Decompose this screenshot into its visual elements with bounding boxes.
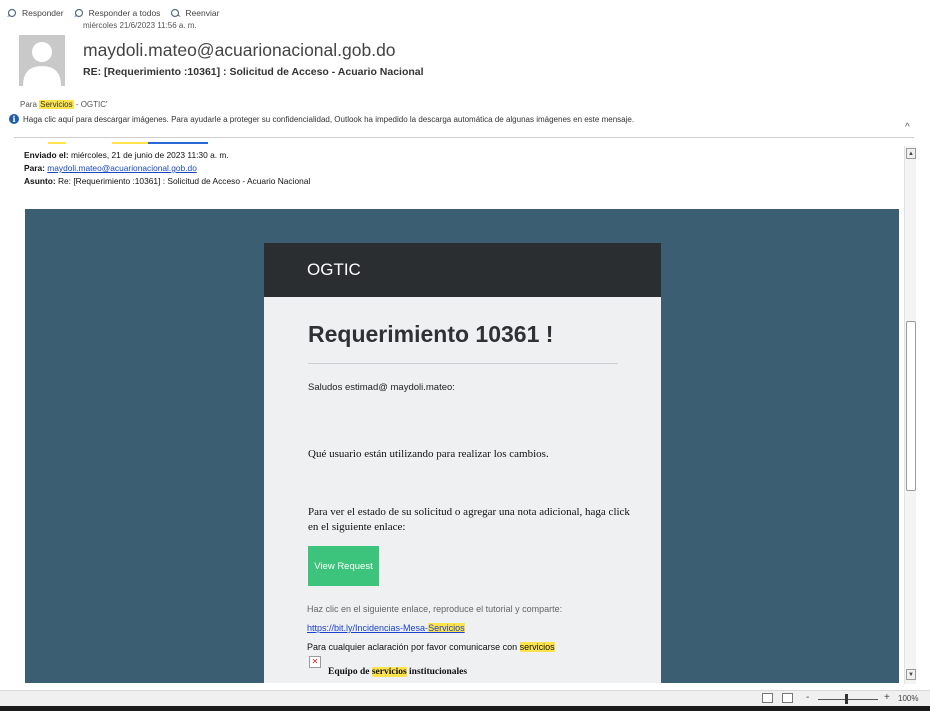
scroll-thumb[interactable] (906, 321, 916, 491)
tutorial-text: Haz clic en el siguiente enlace, reprodu… (307, 604, 563, 614)
collapse-header-icon[interactable]: ^ (905, 122, 910, 133)
reply-button[interactable]: Responder (6, 8, 64, 19)
zoom-out-button[interactable]: - (806, 692, 809, 703)
title-divider (308, 363, 618, 364)
zoom-slider-track[interactable] (818, 699, 878, 700)
ticket-card: Requerimiento 10361 ! Saludos estimad@ m… (264, 297, 661, 683)
original-sent-label: Enviado el: (24, 150, 69, 160)
reply-icon (7, 8, 17, 17)
taskbar-edge (0, 706, 930, 711)
original-to-link[interactable]: maydoli.mateo@acuarionacional.gob.do (47, 163, 197, 173)
tutorial-link-highlight: Servicios (428, 623, 465, 633)
original-sent-line: Enviado el: miércoles, 21 de junio de 20… (24, 149, 310, 162)
received-date: miércoles 21/6/2023 11:56 a. m. (83, 21, 197, 30)
team-prefix: Equipo de (328, 667, 372, 677)
recipients-line: Para Servicios - OGTIC' (20, 100, 108, 109)
zoom-in-button[interactable]: + (884, 692, 890, 703)
zoom-level: 100% (898, 694, 919, 703)
recipient-highlighted[interactable]: Servicios (39, 100, 74, 109)
reply-all-icon (73, 8, 83, 17)
team-signature: Equipo de servicios institucionales (328, 667, 467, 677)
info-icon: i (9, 114, 19, 124)
recipients-label: Para (20, 100, 37, 109)
original-to-line: Para: maydoli.mateo@acuarionacional.gob.… (24, 162, 310, 175)
question-text: Qué usuario están utilizando para realiz… (308, 448, 549, 460)
contact-text: Para cualquier aclaración por favor comu… (307, 642, 555, 652)
reading-view-icon[interactable] (782, 693, 793, 703)
tutorial-link-prefix: https://bit.ly/Incidencias-Mesa- (307, 623, 429, 633)
status-bar: - + 100% (0, 690, 930, 706)
original-to-label: Para: (24, 163, 45, 173)
reading-pane-actions: Responder Responder a todos Reenviar (6, 5, 219, 21)
sender-avatar (19, 35, 65, 86)
person-icon (23, 42, 61, 86)
contact-highlight: servicios (519, 642, 555, 652)
sender-address[interactable]: maydoli.mateo@acuarionacional.gob.do (83, 40, 396, 61)
instructions-text: Para ver el estado de su solicitud o agr… (308, 506, 630, 533)
zoom-slider-handle[interactable] (845, 694, 848, 704)
brand-name: OGTIC (307, 260, 361, 279)
forward-button[interactable]: Reenviar (169, 8, 219, 19)
header-divider (14, 137, 914, 138)
forward-icon (171, 8, 182, 17)
original-subject-line: Asunto: Re: [Requerimiento :10361] : Sol… (24, 175, 310, 188)
team-highlight: servicios (371, 667, 407, 677)
email-body-background: OGTIC Requerimiento 10361 ! Saludos esti… (25, 209, 899, 683)
reply-label: Responder (22, 8, 64, 18)
message-subject: RE: [Requerimiento :10361] : Solicitud d… (83, 66, 424, 78)
original-subject-value: Re: [Requerimiento :10361] : Solicitud d… (55, 176, 311, 186)
image-blocked-infobar[interactable]: i Haga clic aquí para descargar imágenes… (9, 114, 634, 124)
contact-prefix: Para cualquier aclaración por favor comu… (307, 642, 520, 652)
infobar-text: Haga clic aquí para descargar imágenes. … (23, 114, 635, 124)
tutorial-link[interactable]: https://bit.ly/Incidencias-Mesa-Servicio… (307, 623, 465, 633)
card-header: OGTIC (264, 243, 661, 297)
reply-all-button[interactable]: Responder a todos (73, 8, 161, 19)
scroll-up-button[interactable]: ▲ (906, 148, 916, 159)
vertical-scrollbar[interactable]: ▲ ▼ (904, 146, 916, 684)
recipient-rest: - OGTIC' (73, 100, 108, 109)
scroll-down-button[interactable]: ▼ (906, 669, 916, 680)
broken-image-icon[interactable]: ✕ (309, 656, 321, 668)
reply-all-label: Responder a todos (88, 8, 161, 18)
ticket-title: Requerimiento 10361 ! (308, 321, 554, 347)
normal-view-icon[interactable] (762, 693, 773, 703)
team-suffix: institucionales (406, 667, 468, 677)
forward-label: Reenviar (185, 8, 220, 18)
original-subject-label: Asunto: (24, 176, 56, 186)
original-sent-value: miércoles, 21 de junio de 2023 11:30 a. … (68, 150, 229, 160)
original-message-header: Enviado el: miércoles, 21 de junio de 20… (24, 149, 310, 188)
view-request-button[interactable]: View Request (308, 546, 379, 586)
greeting-text: Saludos estimad@ maydoli.mateo: (308, 382, 455, 393)
clipped-highlight-marks (48, 142, 208, 145)
